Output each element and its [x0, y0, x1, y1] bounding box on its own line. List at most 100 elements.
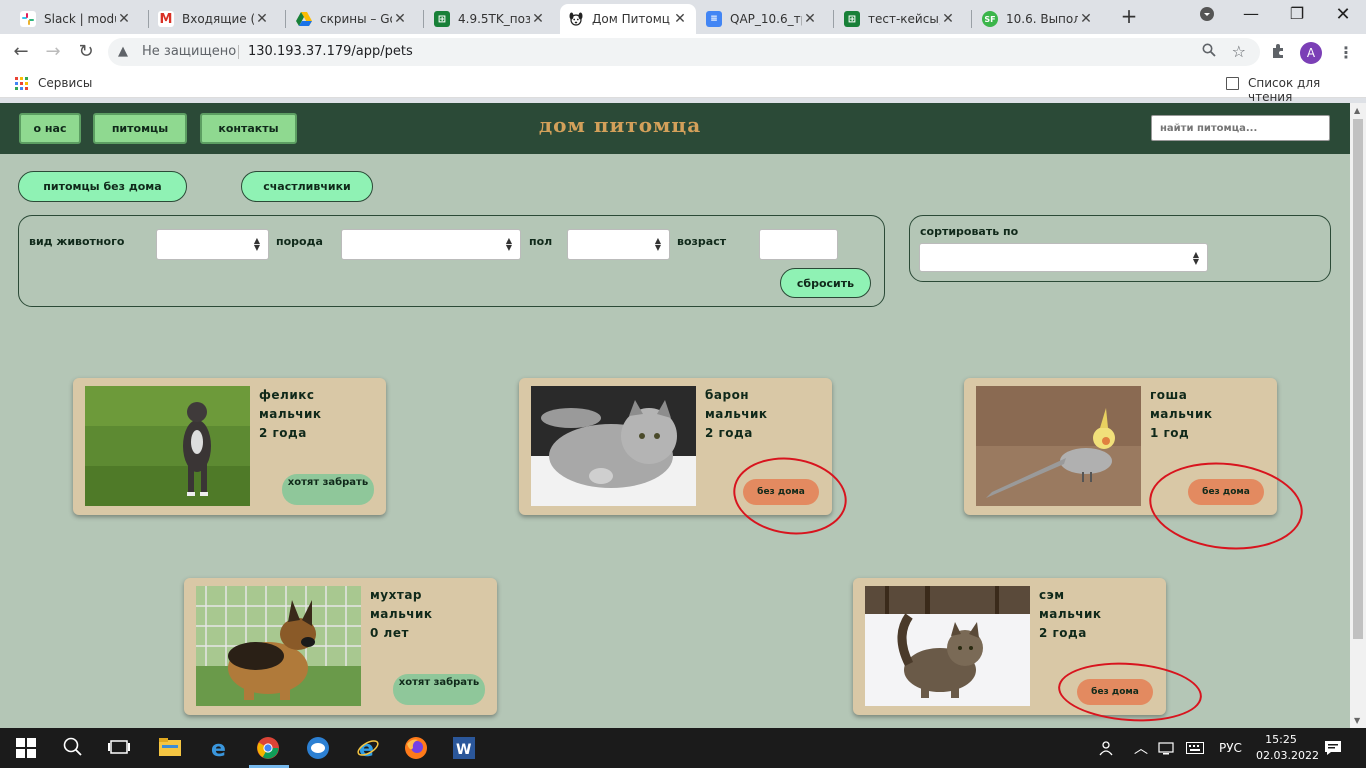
tab-skillfactory[interactable]: SF 10.6. Выполн ✕ [974, 4, 1102, 34]
input-language-indicator[interactable]: РУС [1219, 728, 1242, 768]
back-button[interactable]: ← [10, 41, 32, 63]
reload-button[interactable]: ↻ [75, 41, 97, 63]
forward-button[interactable]: → [42, 41, 64, 63]
new-tab-button[interactable]: + [1118, 6, 1140, 28]
tab-sheets-test-cases[interactable]: ⊞ тест-кейсы, ч ✕ [836, 4, 964, 34]
security-label: Не защищено [142, 44, 237, 59]
gender-select[interactable]: ▲ ▼ [567, 229, 670, 260]
tab-search-icon[interactable] [1192, 6, 1222, 26]
windows-start-icon[interactable] [14, 736, 38, 760]
select-caret-icon: ▲ ▼ [253, 236, 260, 252]
homeless-badge[interactable]: без дома [743, 479, 819, 505]
select-caret-icon: ▲ ▼ [654, 236, 661, 252]
tab-title: 10.6. Выполн [1006, 12, 1078, 26]
warning-icon[interactable]: ▲ [118, 44, 128, 59]
pet-card[interactable]: сэм мальчик 2 года без дома [853, 578, 1166, 715]
species-label: вид животного [29, 235, 125, 248]
sort-select[interactable]: ▲ ▼ [919, 243, 1208, 272]
bookmark-star-icon[interactable]: ☆ [1232, 42, 1246, 61]
firefox-icon[interactable] [404, 736, 428, 760]
close-tab-icon[interactable]: ✕ [254, 11, 270, 27]
tab-title: Slack | module [44, 12, 116, 26]
menu-kebab-icon[interactable]: ⋮ [1338, 43, 1354, 62]
cockatiel-parrot-photo[interactable] [976, 386, 1141, 506]
site-title: дом питомца [538, 113, 702, 137]
search-icon[interactable] [62, 736, 86, 760]
homeless-pets-button[interactable]: питомцы без дома [18, 171, 187, 202]
svg-text:e: e [359, 737, 374, 760]
german-shepherd-puppy-photo[interactable] [196, 586, 361, 706]
chrome-icon[interactable] [256, 736, 280, 760]
pitbull-dog-photo[interactable] [85, 386, 250, 506]
pet-card[interactable]: мухтар мальчик 0 лет хотят забрать [184, 578, 497, 715]
minimize-icon[interactable]: — [1236, 4, 1266, 23]
age-input[interactable] [759, 229, 838, 260]
fluffy-grey-cat-photo[interactable] [531, 386, 696, 506]
pet-card[interactable]: гоша мальчик 1 год без дома [964, 378, 1277, 515]
edge-legacy-icon[interactable]: e [208, 736, 232, 762]
show-hidden-icons-icon[interactable]: ︿ [1134, 728, 1148, 768]
homeless-badge[interactable]: без дома [1188, 479, 1264, 505]
task-view-icon[interactable] [108, 736, 132, 760]
search-input[interactable] [1151, 115, 1330, 141]
nav-contacts-button[interactable]: контакты [200, 113, 297, 144]
address-bar[interactable]: ▲ Не защищено 130.193.37.179/app/pets ☆ [108, 38, 1260, 66]
tab-slack[interactable]: Slack | module ✕ [12, 4, 140, 34]
url-text[interactable]: 130.193.37.179/app/pets [248, 44, 413, 59]
file-explorer-icon[interactable] [158, 736, 182, 760]
reading-list-icon[interactable] [1226, 77, 1239, 90]
extensions-icon[interactable] [1270, 43, 1286, 63]
network-icon[interactable] [1158, 728, 1174, 768]
scrollbar-thumb[interactable] [1353, 119, 1363, 639]
nav-about-button[interactable]: о нас [19, 113, 81, 144]
reset-button[interactable]: сбросить [780, 268, 871, 298]
scroll-up-icon[interactable]: ▲ [1354, 106, 1360, 115]
profile-avatar[interactable]: A [1300, 42, 1322, 64]
pet-gender: мальчик [705, 407, 768, 421]
tab-google-docs[interactable]: ≡ QAP_10.6_тре ✕ [698, 4, 826, 34]
lucky-pets-button[interactable]: счастливчики [241, 171, 373, 202]
restore-icon[interactable]: ❐ [1282, 4, 1312, 23]
pet-card[interactable]: феликс мальчик 2 года хотят забрать [73, 378, 386, 515]
apps-bookmark-label[interactable]: Сервисы [38, 76, 92, 90]
browser-tab-strip: Slack | module ✕ M Входящие (50 ✕ скрины… [0, 0, 1366, 34]
close-tab-icon[interactable]: ✕ [392, 11, 408, 27]
dog-icon [568, 11, 584, 27]
breed-select[interactable]: ▲ ▼ [341, 229, 521, 260]
close-tab-icon[interactable]: ✕ [530, 11, 546, 27]
notifications-icon[interactable] [1324, 728, 1342, 768]
apps-grid-icon[interactable] [15, 77, 28, 90]
internet-explorer-icon[interactable]: e [356, 736, 380, 762]
system-clock[interactable]: 15:25 02.03.2022 [1256, 732, 1319, 764]
want-to-adopt-badge[interactable]: хотят забрать [282, 474, 374, 505]
scroll-down-icon[interactable]: ▼ [1354, 716, 1360, 725]
pet-age: 2 года [705, 426, 753, 440]
tab-pet-house[interactable]: Дом Питомц ✕ [560, 4, 696, 34]
keyboard-icon[interactable] [1186, 728, 1204, 768]
tab-sheets-positive[interactable]: ⊞ 4.9.5TK_позит ✕ [426, 4, 554, 34]
close-tab-icon[interactable]: ✕ [802, 11, 818, 27]
cat-in-snow-photo[interactable] [865, 586, 1030, 706]
nav-pets-button[interactable]: питомцы [93, 113, 187, 144]
want-to-adopt-badge[interactable]: хотят забрать [393, 674, 485, 705]
messenger-icon[interactable] [306, 736, 330, 760]
pet-info: сэм мальчик 2 года [1039, 586, 1102, 643]
people-icon[interactable] [1098, 728, 1114, 768]
reading-list-label[interactable]: Список для чтения [1248, 76, 1366, 104]
close-tab-icon[interactable]: ✕ [116, 11, 132, 27]
tab-gmail[interactable]: M Входящие (50 ✕ [150, 4, 278, 34]
address-divider [238, 45, 239, 59]
pet-age: 2 года [259, 426, 307, 440]
tab-google-drive[interactable]: скрины – Goo ✕ [288, 4, 416, 34]
close-tab-icon[interactable]: ✕ [940, 11, 956, 27]
close-window-icon[interactable]: ✕ [1328, 4, 1358, 25]
page-scrollbar[interactable]: ▲ ▼ [1350, 103, 1366, 728]
homeless-badge[interactable]: без дома [1077, 679, 1153, 705]
zoom-icon[interactable] [1202, 43, 1216, 61]
pet-card[interactable]: барон мальчик 2 года без дома [519, 378, 832, 515]
pet-name: гоша [1150, 388, 1188, 402]
close-tab-icon[interactable]: ✕ [1078, 11, 1094, 27]
species-select[interactable]: ▲ ▼ [156, 229, 269, 260]
close-tab-icon[interactable]: ✕ [672, 11, 688, 27]
word-icon[interactable]: W [452, 736, 476, 760]
